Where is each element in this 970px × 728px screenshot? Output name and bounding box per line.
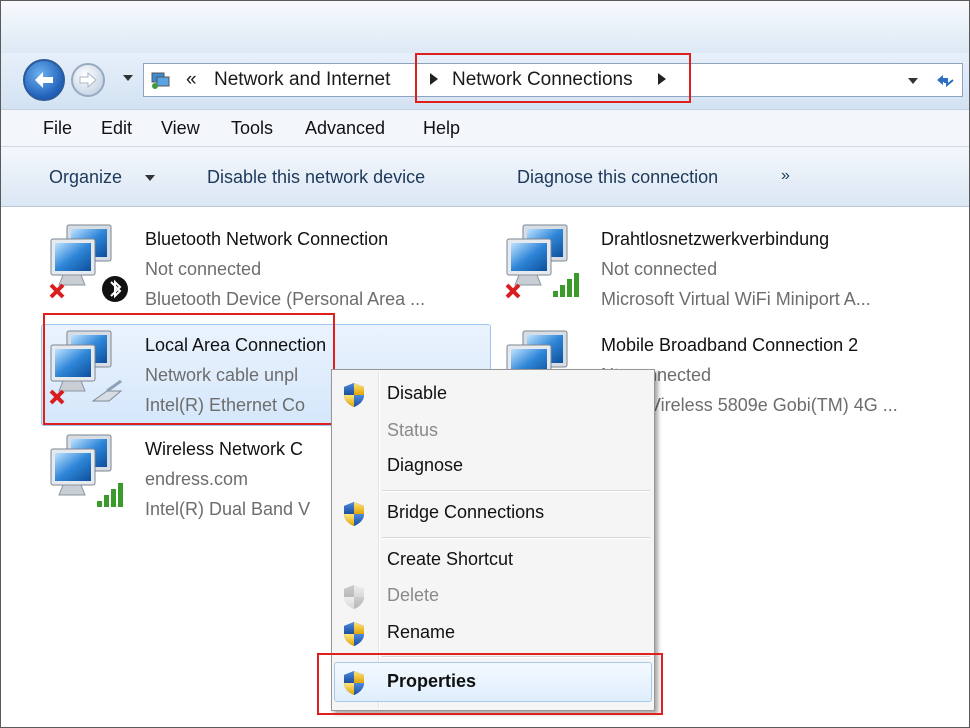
forward-button[interactable] [71,63,105,97]
connection-name: Wireless Network C [145,439,304,459]
menu-separator [382,537,650,539]
connection-name: Mobile Broadband Connection 2 [601,335,859,355]
connection-name: Bluetooth Network Connection [145,229,389,249]
menu-separator [382,490,650,492]
breadcrumb-network-and-internet[interactable]: Network and Internet [214,68,390,92]
uac-shield-icon [344,383,364,407]
connection-bluetooth[interactable]: Bluetooth Network Connection Not connect… [45,223,465,323]
explorer-window: « Network and Internet Network Connectio… [0,0,970,728]
menu-item-label: Create Shortcut [387,549,514,569]
menu-advanced[interactable]: Advanced [305,118,385,139]
organize-button[interactable]: Organize [49,167,122,188]
menu-bar: File Edit View Tools Advanced Help [1,109,969,147]
address-dropdown-icon[interactable] [908,78,918,84]
uac-shield-icon [344,502,364,526]
breadcrumb-highlight-box [415,53,691,103]
menu-item-disable[interactable]: Disable [332,378,654,412]
connection-status: endress.com [145,469,249,489]
connection-drahtlos[interactable]: Drahtlosnetzwerkverbindung Not connected… [501,223,941,323]
organize-label: Organize [49,167,123,187]
network-folder-icon [151,72,170,89]
uac-shield-icon [344,622,364,646]
network-computers-icon [505,224,579,299]
connection-device: Bluetooth Device (Personal Area ... [145,289,426,309]
more-commands-button[interactable]: » [781,167,790,185]
title-bar [1,1,969,53]
menu-item-create-shortcut[interactable]: Create Shortcut [332,544,654,578]
connection-device: Intel(R) Dual Band V [145,499,311,519]
network-computers-icon [49,224,128,302]
menu-item-label: Delete [387,585,440,605]
back-button[interactable] [23,59,65,101]
menu-file[interactable]: File [43,118,72,139]
menu-item-label: Rename [387,622,456,642]
menu-edit[interactable]: Edit [101,118,132,139]
disable-device-button[interactable]: Disable this network device [207,167,425,188]
connection-name: Drahtlosnetzwerkverbindung [601,229,830,249]
menu-item-delete[interactable]: Delete [332,580,654,614]
connection-status: Not connected [601,259,718,279]
forward-arrow-icon [79,72,97,88]
menu-item-status[interactable]: Status [332,415,654,449]
chevron-down-icon [123,75,133,81]
network-computers-icon [50,434,123,507]
back-arrow-icon [35,72,53,88]
menu-tools[interactable]: Tools [231,118,273,139]
connection-device: Microsoft Virtual WiFi Miniport A... [601,289,871,309]
menu-item-label: Diagnose [387,455,464,475]
menu-item-label: Disable [387,383,448,403]
chevron-down-icon[interactable] [145,175,155,181]
menu-item-label: Bridge Connections [387,502,545,522]
uac-shield-disabled-icon [344,585,364,609]
menu-item-diagnose[interactable]: Diagnose [332,450,654,484]
local-area-highlight-box [43,313,335,425]
menu-item-bridge[interactable]: Bridge Connections [332,497,654,531]
menu-item-rename[interactable]: Rename [332,617,654,651]
diagnose-connection-button[interactable]: Diagnose this connection [517,167,718,188]
properties-highlight-box [317,653,663,715]
command-bar: Organize Disable this network device Dia… [1,147,969,207]
connection-status: Not connected [145,259,262,279]
menu-help[interactable]: Help [423,118,460,139]
recent-pages-button[interactable] [121,73,135,83]
connection-device: Vireless 5809e Gobi(TM) 4G ... [649,395,898,415]
menu-item-label: Status [387,420,439,440]
menu-view[interactable]: View [161,118,200,139]
breadcrumb-overflow[interactable]: « [186,68,197,92]
refresh-icon[interactable] [934,70,956,90]
